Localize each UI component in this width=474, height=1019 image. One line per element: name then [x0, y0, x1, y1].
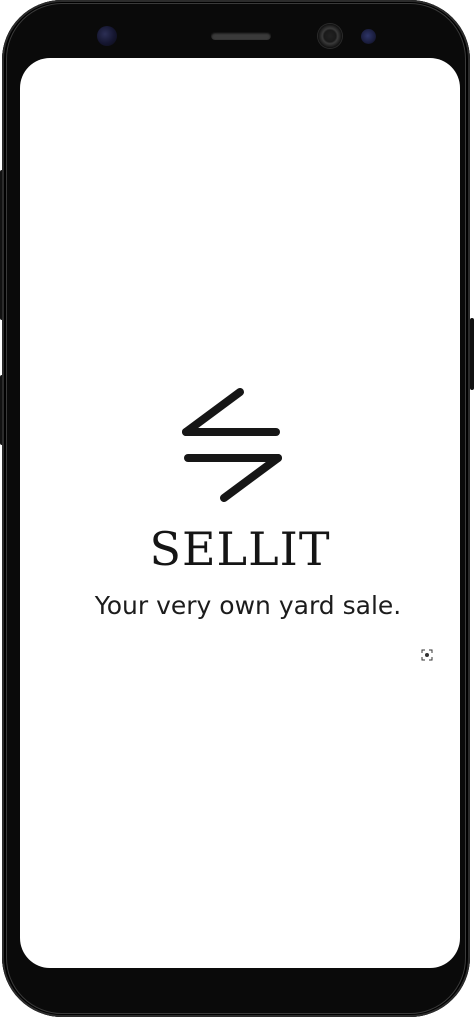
sellit-logo-icon: [182, 388, 282, 502]
device-stage: SELLIT Your very own yard sale.: [0, 0, 474, 1019]
front-camera: [97, 26, 117, 46]
app-tagline: Your very own yard sale.: [94, 591, 402, 620]
proximity-sensor: [361, 29, 376, 44]
iris-camera: [318, 24, 342, 48]
phone-frame: SELLIT Your very own yard sale.: [2, 0, 470, 1017]
screenshot-icon[interactable]: [421, 649, 433, 661]
earpiece-speaker: [211, 32, 271, 40]
app-title: SELLIT: [149, 522, 331, 576]
splash-screen: SELLIT Your very own yard sale.: [20, 58, 460, 968]
power-button: [470, 318, 474, 390]
